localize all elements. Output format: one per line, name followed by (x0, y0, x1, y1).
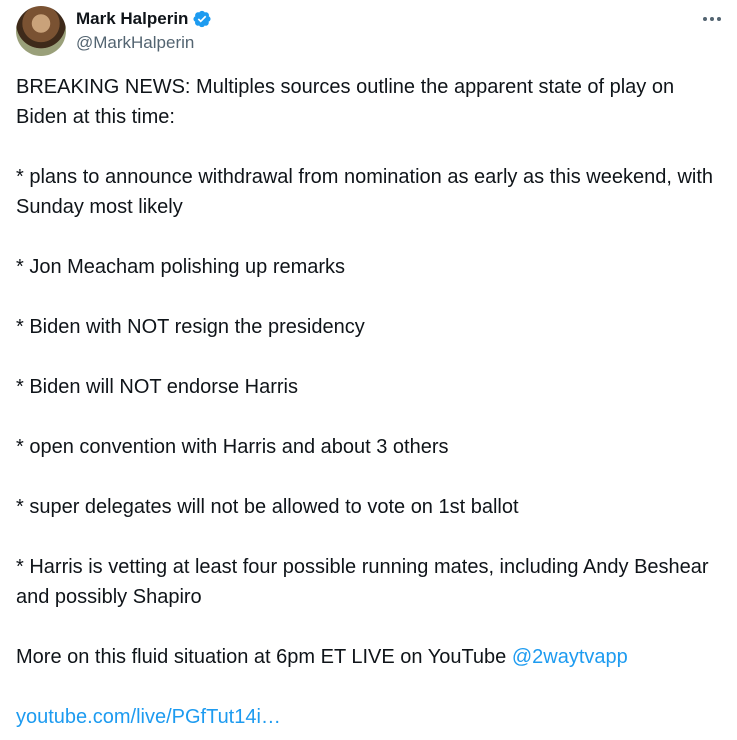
bullet-item: * Jon Meacham polishing up remarks (16, 256, 346, 278)
tweet-intro: BREAKING NEWS: Multiples sources outline… (16, 76, 675, 128)
youtube-link[interactable]: youtube.com/live/PGfTut14i… (16, 706, 281, 728)
more-dot (710, 17, 714, 21)
tweet-card: Mark Halperin @MarkHalperin BREAKING NEW… (0, 0, 737, 740)
more-dot (717, 17, 721, 21)
bullet-item: * super delegates will not be allowed to… (16, 496, 519, 518)
bullet-item: * open convention with Harris and about … (16, 436, 449, 458)
bullet-item: * Biden will NOT endorse Harris (16, 376, 298, 398)
bullet-item: * plans to announce withdrawal from nomi… (16, 166, 714, 218)
more-options-button[interactable] (698, 8, 726, 30)
link-line: youtube.com/live/PGfTut14i… (16, 702, 716, 732)
verified-badge-icon (193, 10, 211, 28)
mention-link[interactable]: @2waytvapp (512, 646, 628, 668)
closing-text: More on this fluid situation at 6pm ET L… (16, 646, 512, 668)
bullet-item: * Biden with NOT resign the presidency (16, 316, 365, 338)
author-name[interactable]: Mark Halperin (76, 9, 188, 29)
closing-line: More on this fluid situation at 6pm ET L… (16, 642, 716, 672)
more-horizontal-icon (703, 17, 707, 21)
author-row: Mark Halperin (76, 8, 212, 30)
avatar[interactable] (16, 6, 66, 56)
tweet-text: BREAKING NEWS: Multiples sources outline… (16, 72, 716, 732)
author-handle[interactable]: @MarkHalperin (76, 33, 194, 53)
bullet-item: * Harris is vetting at least four possib… (16, 556, 709, 608)
